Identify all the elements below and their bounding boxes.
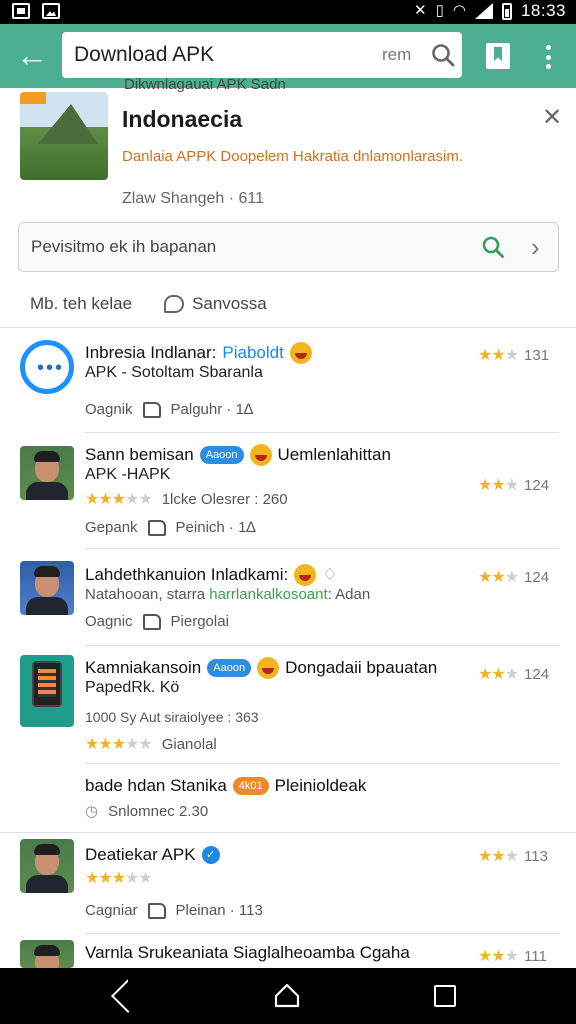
avatar[interactable] bbox=[20, 839, 74, 893]
star-rating-icon: ★★★★★ bbox=[85, 491, 153, 508]
star-rating-icon: ★★★★★ bbox=[85, 736, 153, 753]
list-item-meta: ◷ Snlomnec 2.30 bbox=[85, 802, 209, 821]
tab-second[interactable]: Sanvossa bbox=[164, 294, 267, 314]
clock: 18:33 bbox=[520, 1, 566, 20]
avatar[interactable] bbox=[20, 561, 74, 615]
header-thumbnail[interactable] bbox=[20, 92, 108, 180]
status-bar: ✕ ▯ ◠ 18:33 bbox=[0, 0, 576, 24]
rating: ★★★ 124 bbox=[478, 476, 550, 495]
divider bbox=[85, 432, 559, 433]
divider bbox=[85, 763, 559, 764]
verified-icon: ✓ bbox=[201, 846, 220, 864]
header-title: Indonaecia bbox=[122, 106, 243, 132]
mute-icon: ✕ bbox=[414, 2, 427, 19]
nav-home-icon[interactable] bbox=[274, 982, 300, 1008]
search-box[interactable]: rem bbox=[62, 32, 462, 78]
list-item-meta: Cagniar Pleinan · 113 bbox=[85, 902, 263, 919]
search-extra-text: rem bbox=[382, 45, 412, 64]
rating: ★★★ 131 bbox=[478, 346, 550, 365]
divider bbox=[85, 645, 559, 646]
list-item-title[interactable]: Sann bemisan Aaoon Uemlenlahittan bbox=[85, 444, 391, 466]
rating: ★★★ 111 bbox=[478, 947, 547, 966]
search-icon[interactable] bbox=[430, 42, 456, 68]
avatar[interactable] bbox=[20, 446, 74, 500]
list-item-title[interactable]: Inbresia Indlanar: Piaboldt bbox=[85, 342, 312, 364]
image-icon bbox=[42, 3, 60, 19]
history-icon: ◷ bbox=[85, 803, 99, 820]
back-arrow-icon[interactable]: ← bbox=[14, 38, 50, 74]
list-item-subtitle: APK - Sotoltam Sbaranla bbox=[85, 364, 263, 381]
wifi-icon: ◠ bbox=[452, 2, 466, 19]
divider bbox=[85, 548, 559, 549]
list-item-meta: Oagnic Piergolai bbox=[85, 613, 229, 630]
sub-tabs: Mb. teh kelae Sanvossa bbox=[30, 294, 267, 314]
star-rating-icon: ★★★ bbox=[478, 666, 519, 683]
list-item-meta: ★★★★★ Gianolal bbox=[85, 735, 217, 754]
divider bbox=[0, 832, 576, 833]
thumbs-up-icon[interactable] bbox=[147, 519, 166, 536]
search-input[interactable] bbox=[74, 32, 374, 78]
list-item-title[interactable]: Lahdethkanuion Inladkami: ♢ bbox=[85, 564, 337, 586]
chevron-right-icon[interactable]: › bbox=[531, 233, 540, 261]
app-bar: ← rem bbox=[0, 24, 576, 88]
list-item-title[interactable]: Deatiekar APK ✓ bbox=[85, 845, 220, 865]
rating: ★★★ 124 bbox=[478, 568, 550, 587]
list-item-meta: Oagnik Palguhr · 1∆ bbox=[85, 401, 254, 418]
sim-icon bbox=[12, 3, 30, 19]
header-top-line: Dikwnlagauai APK Sadn bbox=[124, 76, 286, 93]
list-item-meta: ★★★★★ 1lcke Olesrer : 260 bbox=[85, 490, 288, 509]
header-description[interactable]: Danlaia APPK Doopelem Hakratia dnlamonla… bbox=[122, 148, 463, 165]
chat-icon bbox=[164, 295, 185, 313]
list-item-subtitle: APK -HAPK bbox=[85, 466, 171, 483]
divider bbox=[85, 933, 559, 934]
star-rating-icon: ★★★ bbox=[478, 948, 519, 965]
list-item-meta: 1000 Sy Aut siraiolyee : 363 bbox=[85, 709, 259, 725]
emoji-icon bbox=[294, 564, 317, 586]
tab-second-label: Sanvossa bbox=[192, 294, 267, 313]
list-item-title[interactable]: Varnla Srukeaniata Siaglalheoamba Cgaha bbox=[85, 943, 410, 963]
rating: ★★★ 113 bbox=[478, 847, 548, 866]
inner-search-text: Pevisitmo ek ih bapanan bbox=[31, 237, 217, 256]
app-icon[interactable]: ••• bbox=[20, 340, 74, 394]
emoji-icon bbox=[257, 657, 280, 679]
drop-icon: ♢ bbox=[322, 565, 338, 584]
emoji-icon bbox=[289, 342, 312, 364]
tab-first[interactable]: Mb. teh kelae bbox=[30, 294, 132, 314]
list-item-subtitle: Natahooan, starra harrlankalkosoant: Ada… bbox=[85, 586, 371, 603]
star-rating-icon: ★★★★★ bbox=[85, 870, 153, 887]
list-item-title[interactable]: Kamniakansoin Aaoon Dongadaii bpauatan bbox=[85, 657, 437, 679]
search-icon[interactable] bbox=[481, 235, 505, 259]
list-item-meta: ★★★★★ bbox=[85, 868, 153, 888]
inner-search-bar[interactable]: Pevisitmo ek ih bapanan › bbox=[18, 222, 559, 272]
navigation-bar bbox=[0, 968, 576, 1024]
emoji-icon bbox=[249, 444, 272, 466]
list-item-meta: Gepank Peinich · 1∆ bbox=[85, 519, 256, 536]
close-icon[interactable]: ✕ bbox=[540, 106, 564, 130]
list-item-subtitle: PapedRk. Kö bbox=[85, 679, 180, 696]
vibrate-icon: ▯ bbox=[435, 2, 444, 19]
divider bbox=[0, 327, 576, 328]
app-icon[interactable] bbox=[20, 655, 74, 727]
thumbs-up-icon[interactable] bbox=[147, 902, 166, 919]
avatar[interactable] bbox=[20, 940, 74, 968]
battery-icon bbox=[501, 2, 512, 20]
signal-icon bbox=[474, 3, 493, 19]
star-rating-icon: ★★★ bbox=[478, 347, 519, 364]
nav-recents-icon[interactable] bbox=[434, 985, 456, 1007]
header-meta: Zlaw Shangeh · 611 bbox=[122, 190, 265, 207]
rating: ★★★ 124 bbox=[478, 665, 550, 684]
star-rating-icon: ★★★ bbox=[478, 569, 519, 586]
nav-back-icon[interactable] bbox=[111, 979, 145, 1013]
star-rating-icon: ★★★ bbox=[478, 477, 519, 494]
overflow-menu-icon[interactable] bbox=[536, 42, 560, 72]
thumbs-up-icon[interactable] bbox=[142, 401, 161, 418]
thumbs-up-icon[interactable] bbox=[142, 613, 161, 630]
star-rating-icon: ★★★ bbox=[478, 848, 519, 865]
bookmark-icon[interactable] bbox=[486, 43, 510, 69]
list-item-title[interactable]: bade hdan Stanika 4k01 Pleinioldeak bbox=[85, 776, 366, 796]
